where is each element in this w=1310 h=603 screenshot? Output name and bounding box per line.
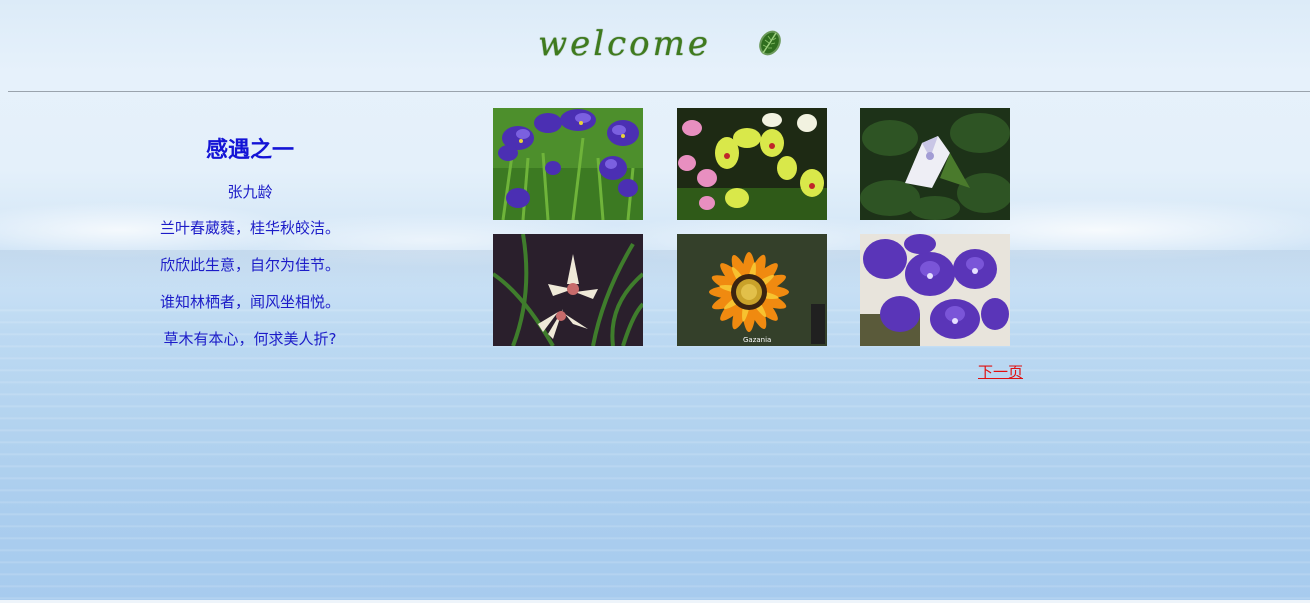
poem-line: 草木有本心，何求美人折? — [163, 330, 337, 348]
flower-image-purple-orchids[interactable] — [860, 234, 1010, 346]
poem-line: 兰叶春葳蕤，桂华秋皎洁。 — [159, 219, 340, 237]
poem-line: 谁知林栖者，闻风坐相悦。 — [159, 293, 340, 311]
flower-image-orchids[interactable] — [677, 108, 827, 220]
leaf-icon — [756, 28, 784, 58]
poem-title: 感遇之一 — [205, 138, 294, 163]
flower-image-white-orchid[interactable] — [493, 234, 643, 346]
poem-section: 感遇之一 张九龄 兰叶春葳蕤，桂华秋皎洁。 欣欣此生意，自尔为佳节。 谁知林栖者… — [130, 134, 370, 366]
flower-image-gazania[interactable]: Gazania — [677, 234, 827, 346]
next-page-link[interactable]: 下一页 — [978, 361, 1023, 382]
flower-image-iris[interactable] — [493, 108, 643, 220]
welcome-logo: welcome — [538, 22, 788, 70]
flower-image-trumpet[interactable] — [860, 108, 1010, 220]
gazania-caption: Gazania — [743, 336, 771, 344]
page-header: welcome — [0, 0, 1310, 90]
welcome-text: welcome — [538, 24, 711, 64]
poem-author: 张九龄 — [227, 183, 273, 201]
header-divider — [8, 91, 1310, 92]
poem-line: 欣欣此生意，自尔为佳节。 — [159, 256, 340, 274]
